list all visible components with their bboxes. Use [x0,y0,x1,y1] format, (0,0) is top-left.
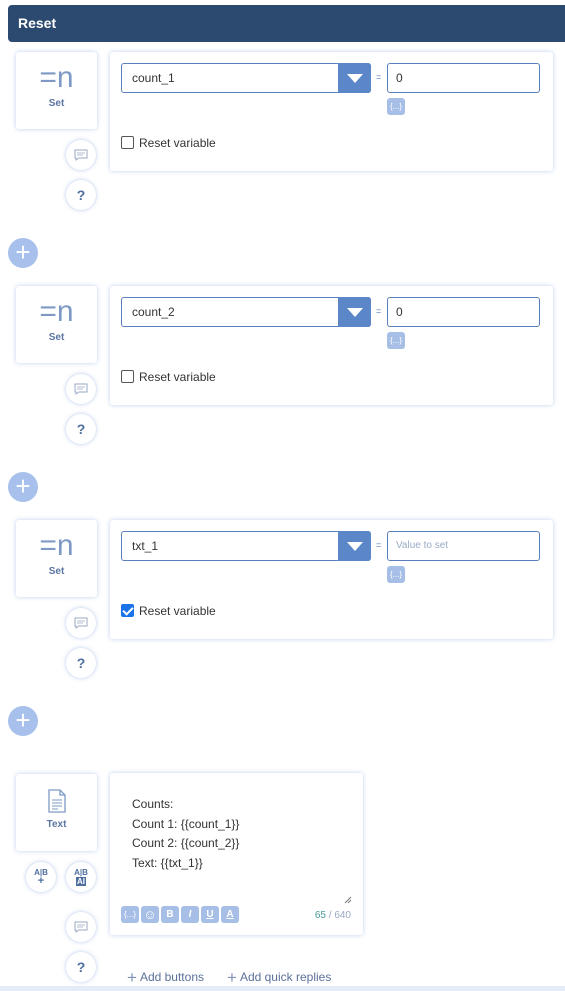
variable-select-value: count_2 [132,305,175,319]
variable-select[interactable]: count_1 [121,63,371,93]
add-block-button[interactable]: + [8,238,38,268]
reset-variable-checkbox[interactable]: Reset variable [121,136,216,150]
equals-sign: = [376,540,382,550]
text-color-button[interactable]: A [221,906,239,923]
checkbox-checked-icon[interactable] [121,604,134,617]
comment-button[interactable] [66,608,96,638]
equals-sign: = [376,306,382,316]
comment-button[interactable] [66,374,96,404]
comment-icon [74,617,88,629]
add-block-button[interactable]: + [8,472,38,502]
italic-button[interactable]: I [181,906,199,923]
help-icon: ? [76,655,86,671]
reset-variable-checkbox[interactable]: Reset variable [121,370,216,384]
help-icon: ? [76,421,86,437]
format-toolbar: {...} ☺ B I U A [121,906,241,924]
set-panel: count_2 = 0 {...} Reset variable [110,286,553,405]
add-quick-replies-label: Add quick replies [239,970,332,984]
chevron-down-icon[interactable] [338,297,371,327]
variable-select-value: txt_1 [132,539,159,553]
comment-icon [74,383,88,395]
text-tile-label: Text [46,819,67,830]
message-line: Count 1: {{count_1}} [132,816,240,831]
message-line: Text: {{txt_1}} [132,855,203,870]
add-buttons-link[interactable]: + Add buttons [127,968,204,988]
help-button[interactable]: ? [66,648,96,678]
plus-icon: + [127,968,137,987]
section-header[interactable]: Reset [8,5,565,42]
add-quick-replies-link[interactable]: + Add quick replies [227,968,331,988]
help-button[interactable]: ? [66,414,96,444]
comment-icon [74,149,88,161]
plus-icon: + [227,968,237,987]
set-tile[interactable]: =n Set [16,52,97,129]
value-input[interactable]: 0 [387,63,540,93]
checkbox-icon[interactable] [121,136,134,149]
reset-variable-label: Reset variable [139,370,216,384]
comment-button[interactable] [66,140,96,170]
insert-variable-button[interactable]: {...} [121,906,139,923]
help-button[interactable]: ? [66,180,96,210]
chevron-down-icon[interactable] [338,63,371,93]
chevron-down-icon[interactable] [338,531,371,561]
variable-select-value: count_1 [132,71,175,85]
reset-variable-label: Reset variable [139,136,216,150]
ab-test-icon: A|B [74,868,88,877]
help-icon: ? [76,187,86,203]
char-counter: 65 / 640 [315,910,351,921]
set-variable-icon: =n [39,295,74,328]
message-textarea[interactable]: Counts: Count 1: {{count_1}} Count 2: {{… [132,795,239,873]
section-title: Reset [18,15,57,31]
set-variable-icon: =n [39,529,74,562]
variable-select[interactable]: count_2 [121,297,371,327]
insert-variable-button[interactable]: {...} [387,566,405,583]
checkbox-icon[interactable] [121,370,134,383]
help-icon: ? [76,959,86,975]
message-line: Count 2: {{count_2}} [132,836,240,850]
ab-test-add-button[interactable]: A|B + [26,862,56,892]
reset-variable-checkbox[interactable]: Reset variable [121,604,216,618]
set-tile-label: Set [48,332,65,343]
set-panel: count_1 = 0 {...} Reset variable [110,52,553,171]
comment-button[interactable] [66,912,96,942]
text-tile[interactable]: Text [16,774,97,851]
insert-variable-button[interactable]: {...} [387,332,405,349]
comment-icon [74,921,88,933]
set-tile-label: Set [48,98,65,109]
set-tile[interactable]: =n Set [16,520,97,597]
char-max: 640 [334,910,351,921]
set-panel: txt_1 = Value to set {...} Reset variabl… [110,520,553,639]
text-panel: Counts: Count 1: {{count_1}} Count 2: {{… [110,773,363,935]
ai-icon: AI [76,877,86,886]
add-buttons-label: Add buttons [139,970,204,984]
value-input[interactable]: 0 [387,297,540,327]
set-tile[interactable]: =n Set [16,286,97,363]
add-block-button[interactable]: + [8,706,38,736]
char-count: 65 [314,910,326,921]
emoji-button[interactable]: ☺ [141,906,159,923]
underline-button[interactable]: U [201,906,219,923]
variable-select[interactable]: txt_1 [121,531,371,561]
message-line: Counts: [132,797,174,811]
equals-sign: = [376,72,382,82]
plus-icon: + [37,875,45,887]
help-button[interactable]: ? [66,952,96,982]
reset-variable-label: Reset variable [139,604,216,618]
bold-button[interactable]: B [161,906,179,923]
set-tile-label: Set [48,566,65,577]
resize-handle-icon[interactable] [344,896,352,904]
set-variable-icon: =n [39,61,74,94]
value-input[interactable]: Value to set [387,531,540,561]
bottom-divider [0,986,565,991]
ab-test-ai-button[interactable]: A|B AI [66,862,96,892]
document-icon [47,789,66,813]
insert-variable-button[interactable]: {...} [387,98,405,115]
